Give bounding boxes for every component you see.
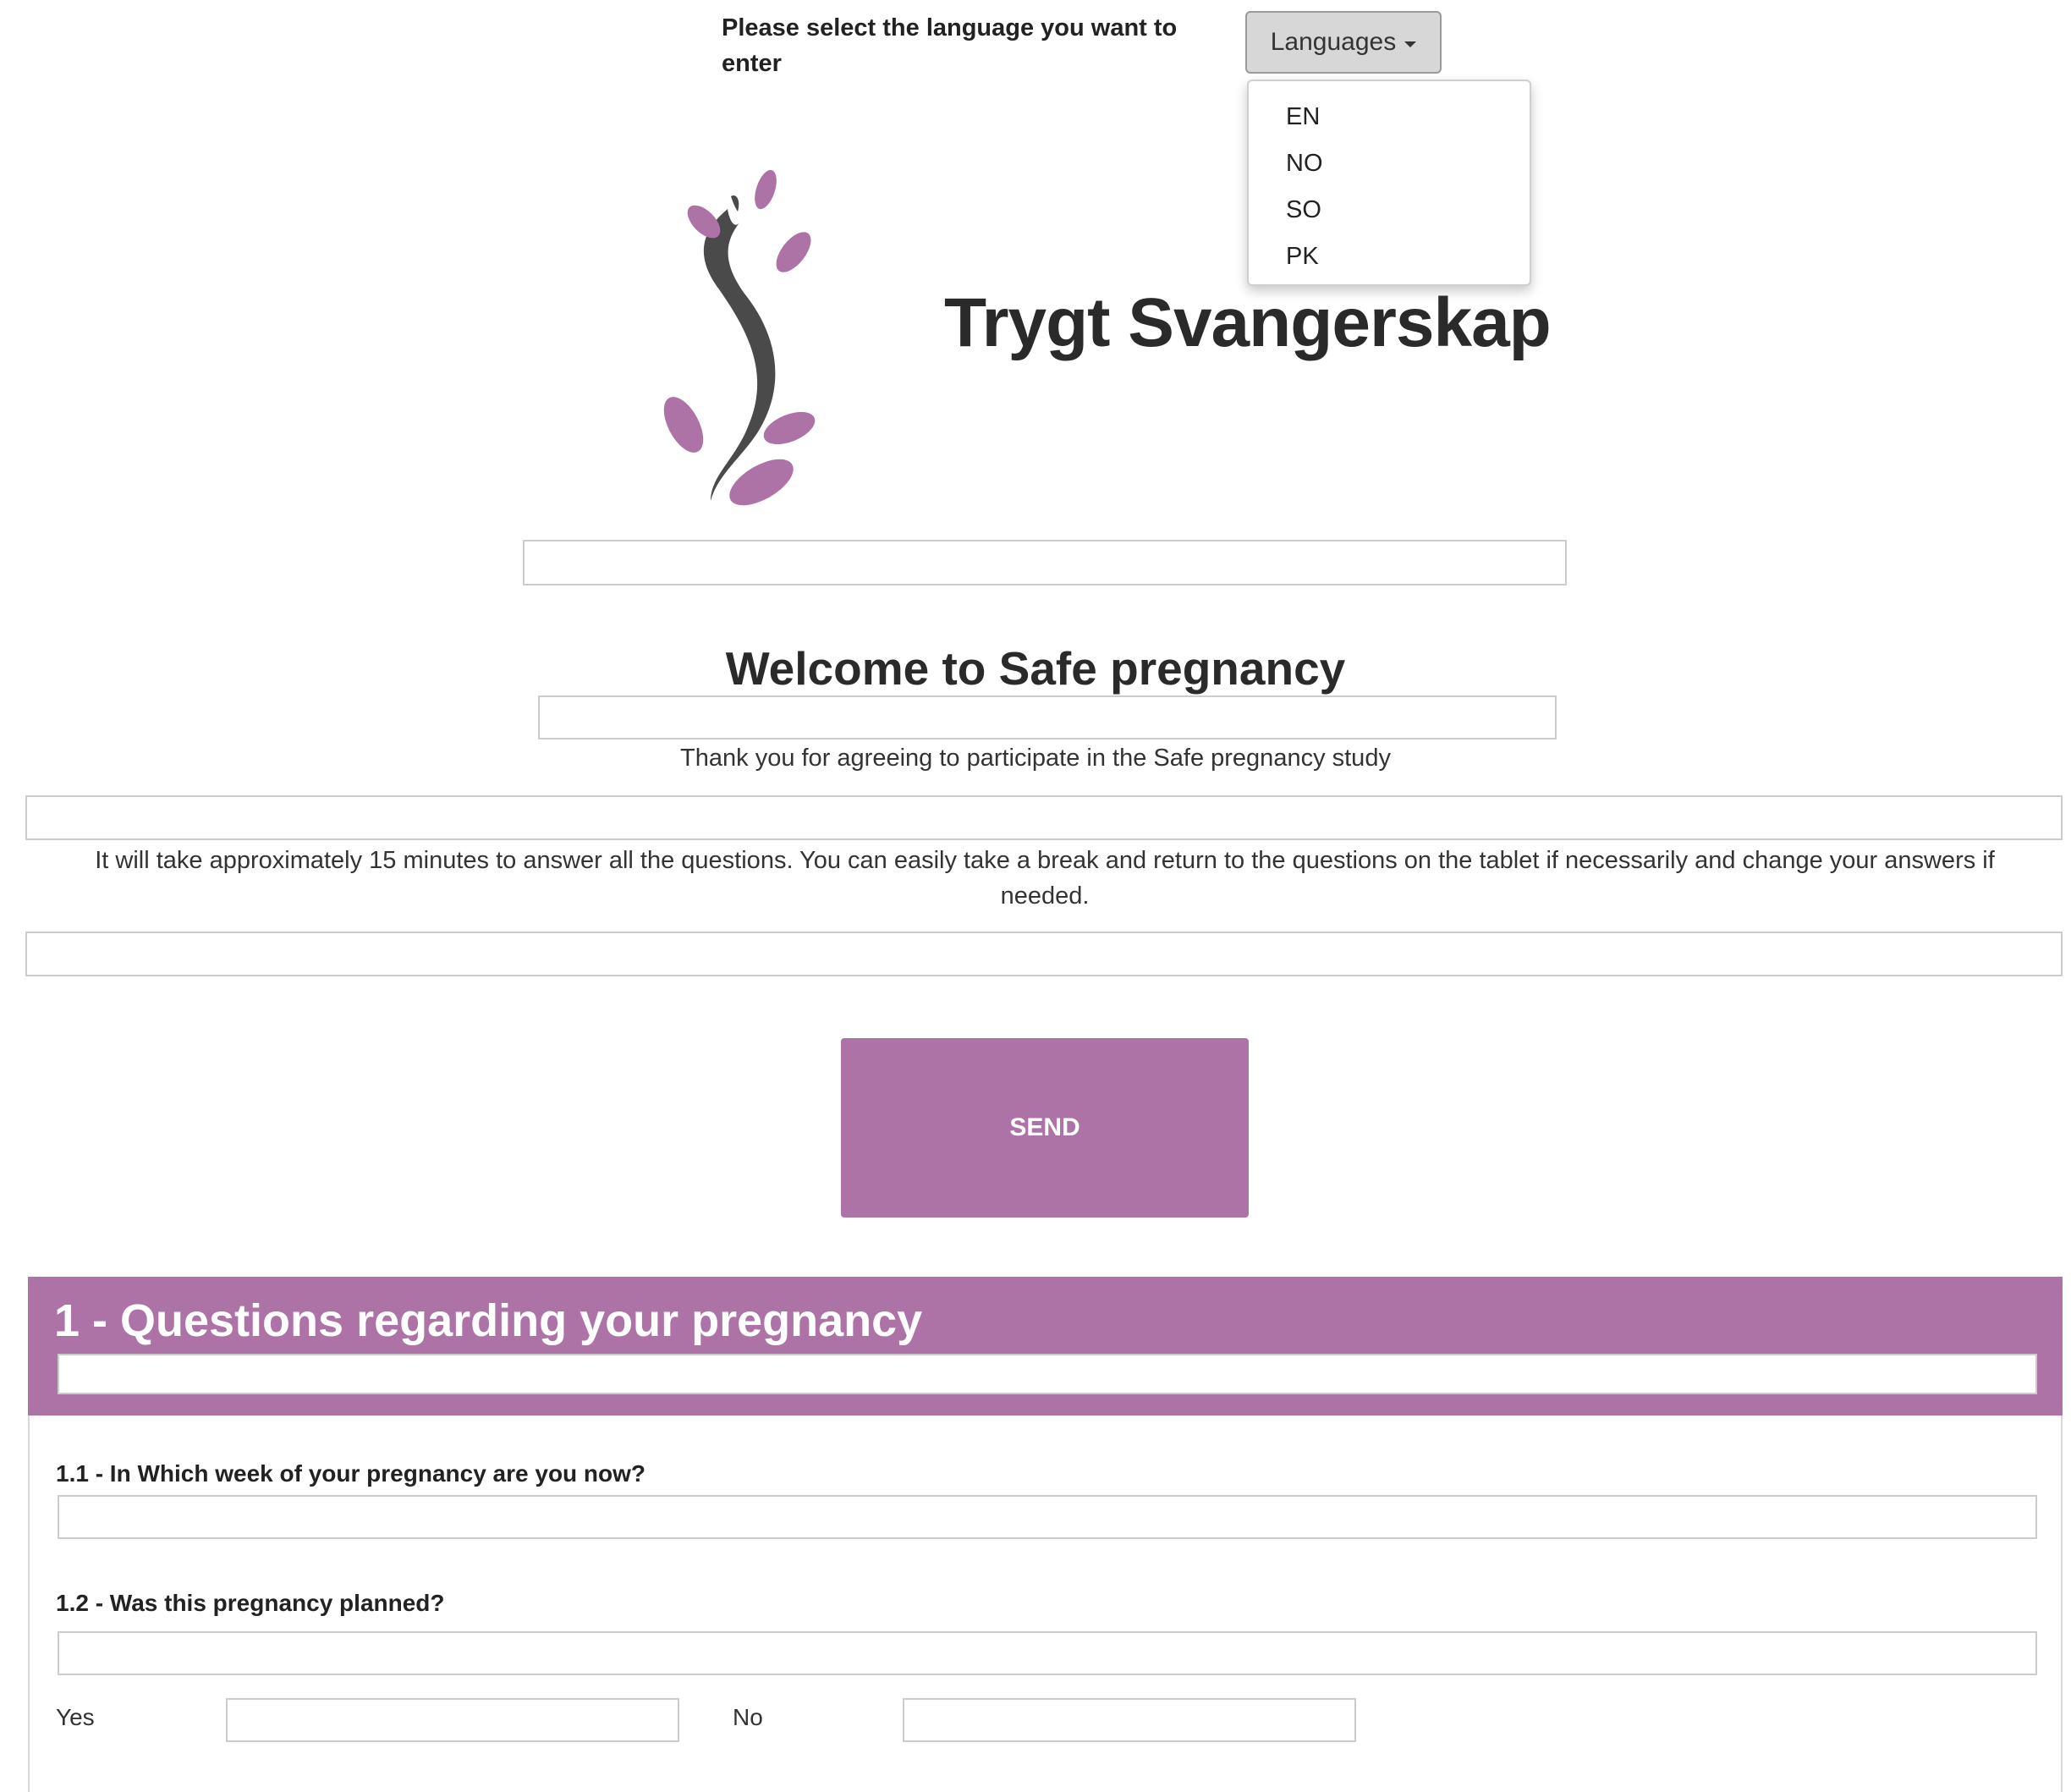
language-option-pk[interactable]: PK [1286, 239, 1319, 273]
caret-down-icon [1404, 41, 1417, 47]
language-option-so[interactable]: SO [1286, 193, 1321, 227]
section-title: 1 - Questions regarding your pregnancy [54, 1295, 923, 1346]
language-prompt: Please select the language you want to e… [722, 14, 1178, 77]
section-header-field[interactable] [58, 1354, 2037, 1394]
send-button[interactable]: SEND [841, 1038, 1249, 1218]
empty-field-3[interactable] [25, 795, 2063, 840]
no-label: No [733, 1704, 763, 1730]
empty-field-2[interactable] [538, 695, 1557, 739]
question-1-2-input[interactable] [58, 1631, 2037, 1675]
yes-label: Yes [56, 1704, 95, 1730]
language-option-no[interactable]: NO [1286, 146, 1323, 180]
languages-button-label: Languages [1270, 28, 1397, 56]
languages-dropdown-menu: EN NO SO PK [1247, 80, 1531, 286]
empty-field-4[interactable] [25, 932, 2063, 976]
languages-dropdown-button[interactable]: Languages [1245, 11, 1442, 74]
language-option-en[interactable]: EN [1286, 100, 1320, 134]
info-text: It will take approximately 15 minutes to… [95, 847, 1995, 910]
welcome-heading: Welcome to Safe pregnancy [725, 642, 1346, 695]
question-1-2-label: 1.2 - Was this pregnancy planned? [56, 1590, 445, 1616]
yes-input[interactable] [226, 1698, 679, 1742]
question-1-1-label: 1.1 - In Which week of your pregnancy ar… [56, 1460, 646, 1487]
thanks-text: Thank you for agreeing to participate in… [680, 745, 1391, 772]
question-1-1-input[interactable] [58, 1495, 2037, 1539]
pregnancy-vine-logo-icon [663, 169, 816, 506]
empty-field-1[interactable] [523, 540, 1567, 585]
no-input[interactable] [903, 1698, 1356, 1742]
app-title: Trygt Svangerskap [944, 284, 1552, 361]
